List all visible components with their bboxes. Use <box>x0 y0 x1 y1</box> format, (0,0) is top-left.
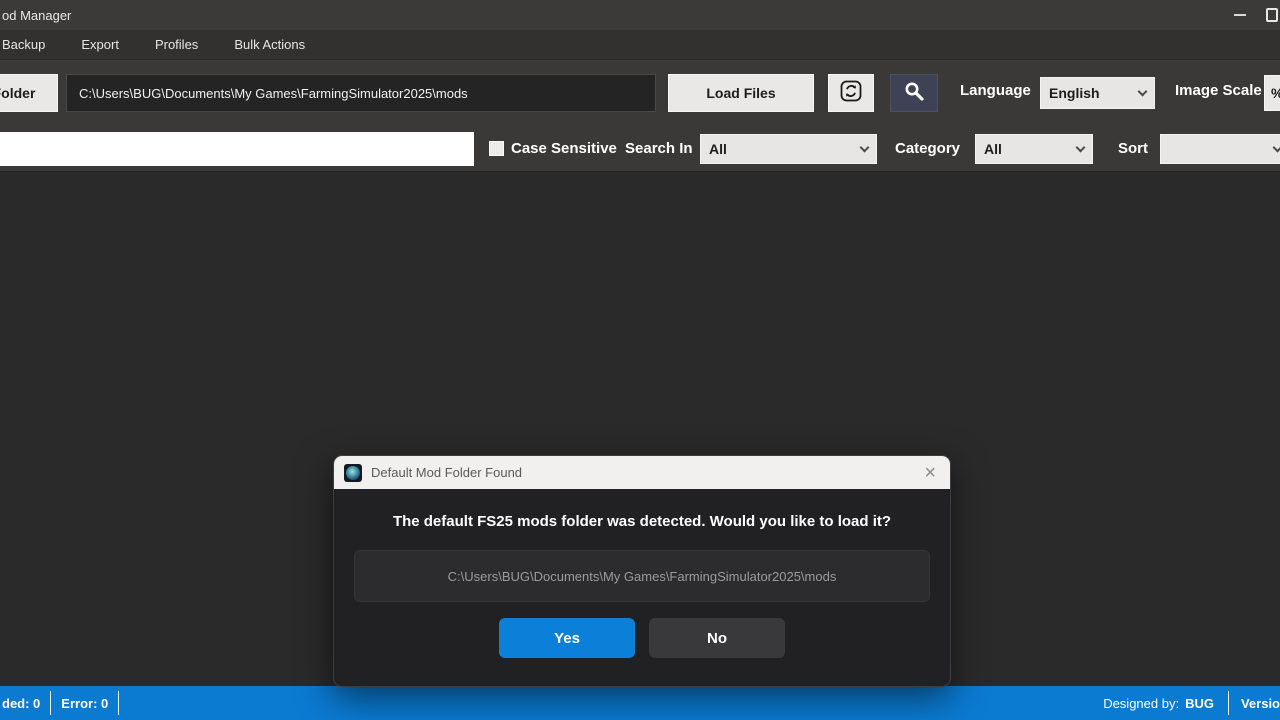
image-scale-select[interactable]: % <box>1264 75 1280 111</box>
menu-bar: Backup Export Profiles Bulk Actions <box>0 30 1280 60</box>
chevron-down-icon <box>1076 142 1086 152</box>
dialog-titlebar: Default Mod Folder Found × <box>334 456 950 489</box>
dialog-buttons: Yes No <box>354 618 930 658</box>
sort-select[interactable] <box>1160 134 1280 164</box>
designed-by-label: Designed by: <box>1103 696 1185 711</box>
menu-item-bulk-actions[interactable]: Bulk Actions <box>224 30 315 60</box>
search-in-label: Search In <box>625 140 693 157</box>
sort-label: Sort <box>1118 140 1148 157</box>
error-count: Error: 0 <box>51 696 118 711</box>
magnifying-glass-icon <box>902 79 926 108</box>
category-label: Category <box>895 140 960 157</box>
search-toggle-button[interactable] <box>890 74 938 112</box>
status-separator <box>118 691 119 715</box>
dialog-body: The default FS25 mods folder was detecte… <box>334 489 950 658</box>
mod-list-area: Default Mod Folder Found × The default F… <box>0 172 1280 686</box>
toolbar: Folder Load Files Langu <box>0 60 1280 126</box>
maximize-icon <box>1266 8 1278 22</box>
dialog-title: Default Mod Folder Found <box>371 465 920 480</box>
select-folder-button[interactable]: Folder <box>0 74 58 112</box>
refresh-button[interactable] <box>828 74 874 112</box>
image-scale-label: Image Scale <box>1175 82 1262 99</box>
app-window: od Manager Backup Export Profiles Bulk A… <box>0 0 1280 720</box>
dialog-detected-path: C:\Users\BUG\Documents\My Games\FarmingS… <box>354 550 930 602</box>
chevron-down-icon <box>1138 86 1148 96</box>
chevron-down-icon <box>1273 142 1280 152</box>
language-label: Language <box>960 82 1031 99</box>
dialog-message: The default FS25 mods folder was detecte… <box>354 513 930 530</box>
language-select[interactable]: English <box>1040 77 1155 109</box>
language-selected-value: English <box>1049 85 1100 101</box>
dialog-close-button[interactable]: × <box>920 463 940 483</box>
minimize-button[interactable] <box>1220 0 1260 30</box>
status-bar: ded: 0 Error: 0 Designed by: BUG Versio <box>0 686 1280 720</box>
case-sensitive-checkbox[interactable] <box>489 141 504 156</box>
menu-item-export[interactable]: Export <box>71 30 129 60</box>
yes-button[interactable]: Yes <box>499 618 635 658</box>
search-in-select[interactable]: All <box>700 134 877 164</box>
window-title: od Manager <box>2 8 71 23</box>
refresh-icon <box>839 79 863 108</box>
menu-item-profiles[interactable]: Profiles <box>145 30 208 60</box>
mod-folder-path-input[interactable] <box>66 74 656 112</box>
maximize-button[interactable] <box>1260 0 1280 30</box>
minimize-icon <box>1234 14 1246 16</box>
status-bar-right: Designed by: BUG Versio <box>1103 686 1280 720</box>
search-in-selected-value: All <box>709 141 727 157</box>
category-selected-value: All <box>984 141 1002 157</box>
no-button[interactable]: No <box>649 618 785 658</box>
search-input[interactable] <box>0 132 474 166</box>
load-files-button[interactable]: Load Files <box>668 74 814 112</box>
loaded-count: ded: 0 <box>0 696 50 711</box>
image-scale-unit: % <box>1271 85 1280 101</box>
search-filter-row: Case Sensitive Search In All Category Al… <box>0 126 1280 172</box>
chevron-down-icon <box>860 142 870 152</box>
window-controls <box>1220 0 1280 30</box>
app-logo-icon <box>344 464 362 482</box>
category-select[interactable]: All <box>975 134 1093 164</box>
window-titlebar: od Manager <box>0 0 1280 30</box>
menu-item-backup[interactable]: Backup <box>0 30 55 60</box>
status-bar-left: ded: 0 Error: 0 <box>0 686 119 720</box>
designer-name: BUG <box>1185 696 1228 711</box>
default-mod-folder-dialog: Default Mod Folder Found × The default F… <box>333 455 951 687</box>
case-sensitive-label: Case Sensitive <box>511 140 617 157</box>
version-text: Versio <box>1229 696 1280 711</box>
